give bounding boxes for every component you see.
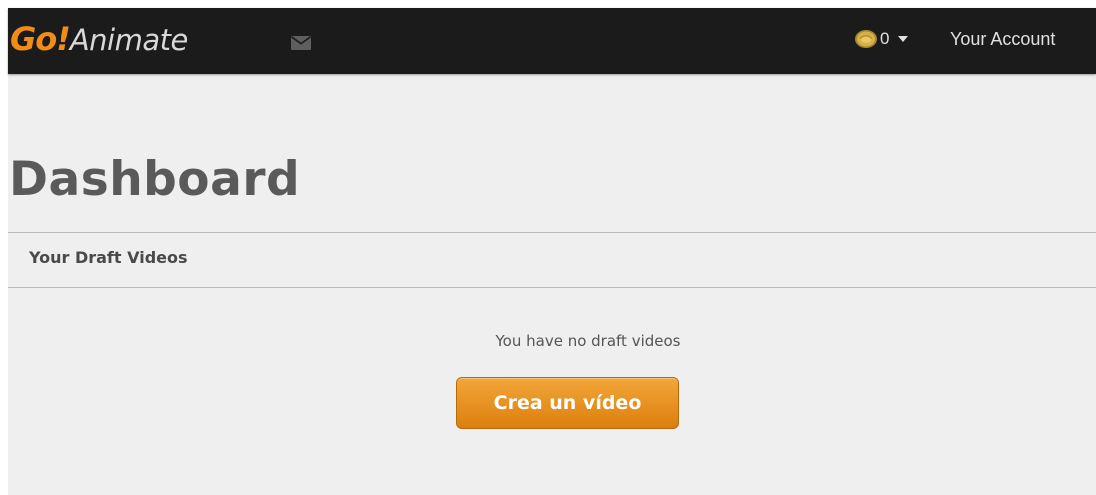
section-divider-top <box>8 232 1096 233</box>
your-account-link[interactable]: Your Account <box>950 27 1055 51</box>
caret-down-icon <box>898 36 909 42</box>
draft-videos-heading: Your Draft Videos <box>29 248 188 267</box>
coin-count: 0 <box>880 29 890 48</box>
coin-icon <box>855 30 877 48</box>
logo-go-text: Go! <box>10 20 71 58</box>
empty-state-message: You have no draft videos <box>495 332 681 350</box>
coin-balance-menu[interactable]: 0 <box>854 27 909 51</box>
logo-animate-text: Animate <box>69 23 189 57</box>
envelope-icon[interactable] <box>291 36 311 50</box>
page: Go!Animate 0 Your Account Dashboard Your… <box>8 8 1096 495</box>
top-navigation-bar: Go!Animate 0 Your Account <box>8 8 1096 74</box>
create-video-button[interactable]: Crea un vídeo <box>456 377 679 429</box>
page-title: Dashboard <box>9 152 301 207</box>
section-divider-bottom <box>8 287 1096 288</box>
goanimate-logo[interactable]: Go!Animate <box>10 23 188 55</box>
